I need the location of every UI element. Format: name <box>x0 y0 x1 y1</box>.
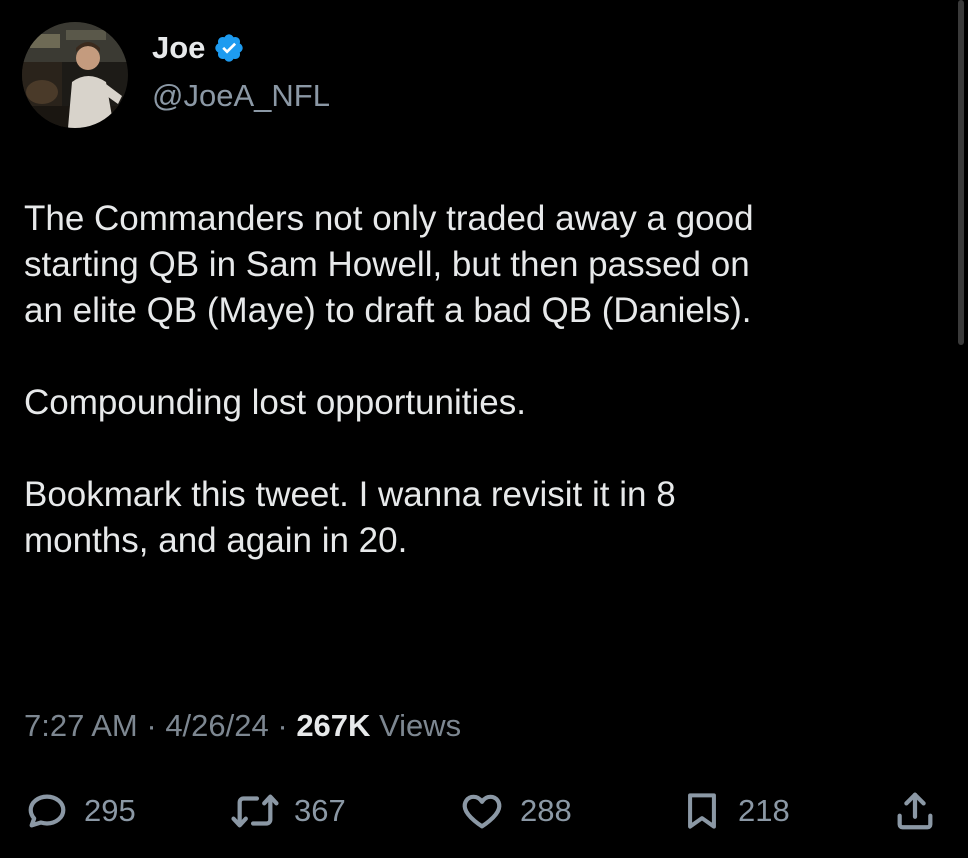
user-handle[interactable]: @JoeA_NFL <box>152 78 330 114</box>
avatar[interactable] <box>22 22 128 128</box>
verified-badge-icon <box>213 32 245 64</box>
tweet-paragraph: Compounding lost opportunities. <box>24 383 526 422</box>
profile-photo <box>22 22 128 128</box>
tweet-meta: 7:27 AM · 4/26/24 · 267K Views <box>24 708 461 744</box>
tweet-paragraph: The Commanders not only traded away a go… <box>24 199 754 330</box>
share-button[interactable] <box>892 788 938 834</box>
heart-icon <box>462 794 502 829</box>
reply-button[interactable]: 295 <box>24 788 136 834</box>
tweet-date[interactable]: 4/26/24 <box>165 708 268 743</box>
like-button[interactable]: 288 <box>458 788 572 834</box>
tweet-text: The Commanders not only traded away a go… <box>24 196 924 610</box>
action-bar: 295 367 288 218 <box>0 788 968 838</box>
views-count: 267K <box>296 708 371 743</box>
reply-icon <box>28 794 66 828</box>
bookmark-icon <box>688 793 716 829</box>
repost-icon <box>231 794 279 828</box>
share-icon <box>897 792 933 830</box>
repost-count: 367 <box>294 793 346 828</box>
name-row: Joe <box>152 30 245 66</box>
reply-count: 295 <box>84 793 136 828</box>
tweet-paragraph: Bookmark this tweet. I wanna revisit it … <box>24 475 676 560</box>
repost-button[interactable]: 367 <box>230 788 346 834</box>
meta-separator: · <box>268 708 297 743</box>
views-label: Views <box>370 708 462 743</box>
meta-separator: · <box>137 708 166 743</box>
tweet-detail: Joe @JoeA_NFL The Commanders not only tr… <box>0 0 968 858</box>
bookmark-count: 218 <box>738 793 790 828</box>
display-name[interactable]: Joe <box>152 30 205 66</box>
scrollbar[interactable] <box>958 0 964 345</box>
like-count: 288 <box>520 793 572 828</box>
tweet-time[interactable]: 7:27 AM <box>24 708 138 743</box>
bookmark-button[interactable]: 218 <box>680 788 790 834</box>
